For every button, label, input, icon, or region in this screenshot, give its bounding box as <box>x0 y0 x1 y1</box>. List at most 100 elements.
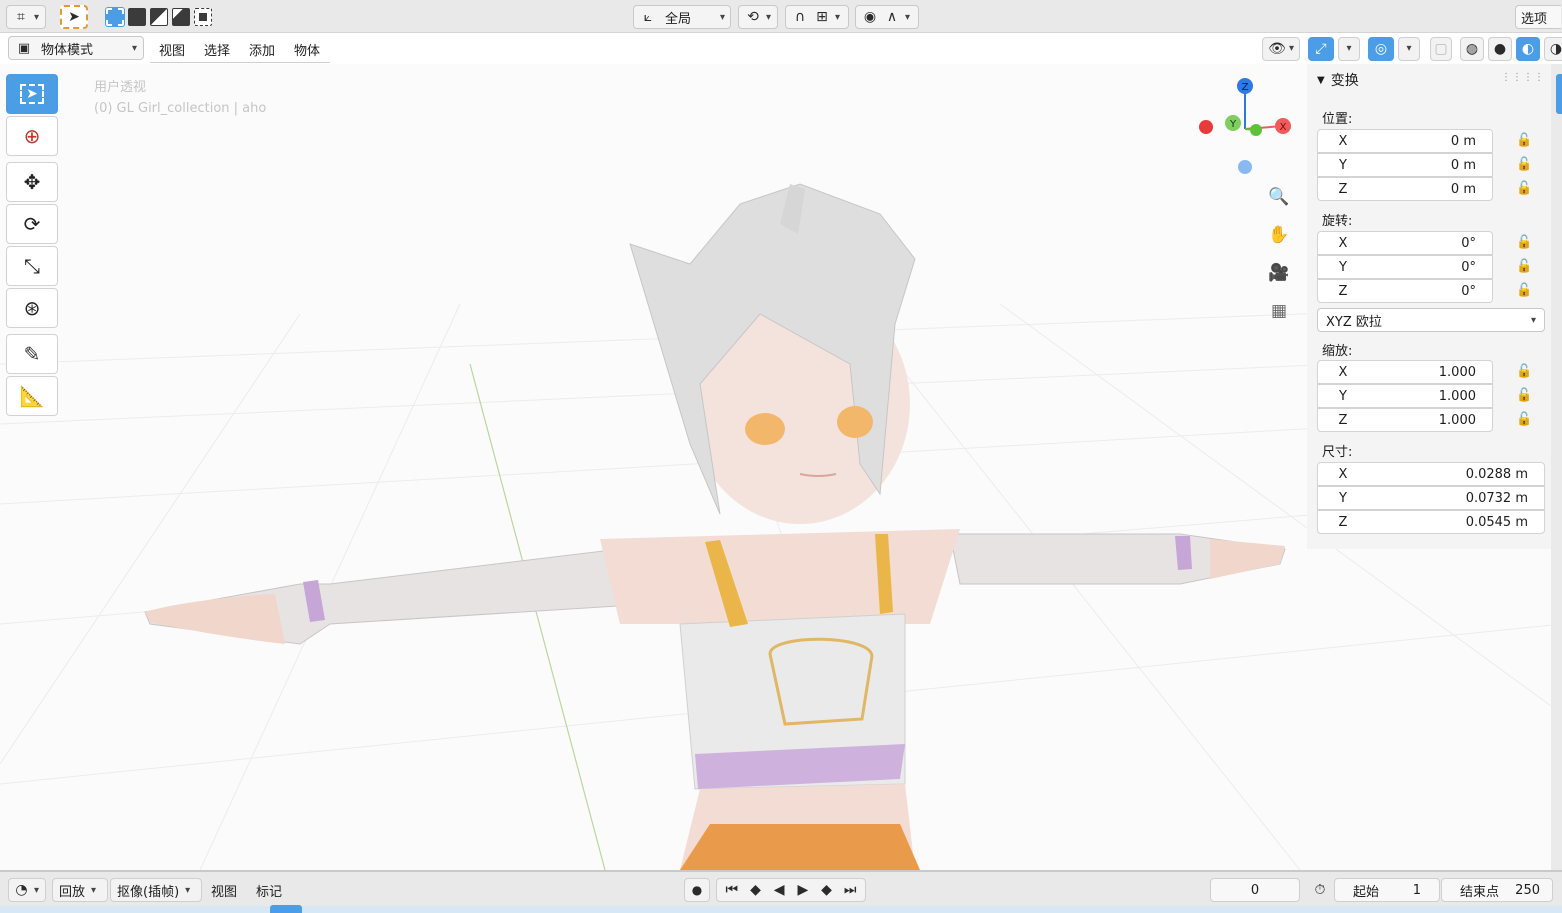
ortho-grid-icon[interactable]: ▦ <box>1266 298 1292 324</box>
playback-dropdown[interactable]: 回放 ▾ <box>52 878 108 902</box>
select-intersect-icon[interactable] <box>194 8 212 26</box>
overlays-toggle[interactable]: ◎ <box>1368 36 1394 61</box>
jump-end-icon[interactable]: ⏭ <box>841 881 859 899</box>
pivot-point-dropdown[interactable]: ⟲ ▾ <box>738 5 778 29</box>
lock-icon[interactable]: 🔓 <box>1516 157 1532 172</box>
clock-icon: ◔ <box>15 882 28 898</box>
lock-icon[interactable]: 🔓 <box>1516 133 1532 148</box>
navigation-gizmo[interactable]: Z X Y <box>1190 74 1300 184</box>
lock-icon[interactable]: 🔓 <box>1516 235 1532 250</box>
overlays-icon: ◎ <box>1374 40 1388 57</box>
transform-orientation-dropdown[interactable]: ⟀ 全局 ▾ <box>633 5 731 29</box>
zoom-icon[interactable]: 🔍 <box>1266 184 1292 210</box>
dimensions-x-field[interactable]: X 0.0288 m <box>1317 462 1545 486</box>
lock-icon[interactable]: 🔓 <box>1516 283 1532 298</box>
y-axis-line <box>469 363 606 870</box>
start-frame-field[interactable]: 起始 1 <box>1334 878 1440 902</box>
playhead[interactable] <box>270 905 302 913</box>
timeline-menu-marker[interactable]: 标记 <box>256 881 282 900</box>
pan-hand-icon[interactable]: ✋ <box>1266 222 1292 248</box>
select-invert-icon[interactable] <box>172 8 190 26</box>
stopwatch-icon[interactable]: ⏱ <box>1311 881 1329 899</box>
camera-icon[interactable]: 🎥 <box>1266 260 1292 286</box>
shading-rendered[interactable]: ◑ <box>1544 36 1562 61</box>
rotation-mode-dropdown[interactable]: XYZ 欧拉 ▾ <box>1317 308 1545 332</box>
rotation-y-field[interactable]: Y 0° <box>1317 255 1493 279</box>
select-extend-icon[interactable] <box>128 8 146 26</box>
select-new-icon[interactable] <box>105 7 125 27</box>
timeline-menu-view[interactable]: 视图 <box>211 881 237 900</box>
axis-label: Y <box>1339 157 1347 173</box>
shading-solid[interactable]: ● <box>1488 36 1512 61</box>
tool-rotate[interactable]: ⟳ <box>6 204 58 244</box>
tool-scale[interactable]: ⤡ <box>6 246 58 286</box>
editor-type-selector[interactable]: ⌗ ▾ <box>6 5 46 29</box>
overlays-dropdown[interactable]: ▾ <box>1398 36 1420 61</box>
tool-measure[interactable]: 📐 <box>6 376 58 416</box>
shading-material[interactable]: ◐ <box>1516 36 1540 61</box>
axis-label: Z <box>1338 283 1348 299</box>
current-frame-field[interactable]: 0 <box>1210 878 1300 902</box>
scale-z-field[interactable]: Z 1.000 <box>1317 408 1493 432</box>
location-x-field[interactable]: X 0 m <box>1317 129 1493 153</box>
lock-icon[interactable]: 🔓 <box>1516 388 1532 403</box>
menu-add[interactable]: 添加 <box>249 40 275 59</box>
measure-ruler-icon: 📐 <box>19 384 45 408</box>
view-name-label: 用户透视 <box>94 80 147 95</box>
panel-header[interactable]: ▼ 变换 <box>1317 70 1359 90</box>
tool-select-box[interactable]: ➤ <box>6 74 58 114</box>
lock-icon[interactable]: 🔓 <box>1516 181 1532 196</box>
dimensions-z-field[interactable]: Z 0.0545 m <box>1317 510 1545 534</box>
menu-view[interactable]: 视图 <box>159 40 185 59</box>
proportional-editing-group[interactable]: ◉ ∧ ▾ <box>855 5 919 29</box>
gizmo-neg-z[interactable] <box>1238 160 1252 174</box>
play-reverse-icon[interactable]: ◀ <box>770 881 788 899</box>
tool-cursor[interactable]: ⊕ <box>6 116 58 156</box>
mode-dropdown[interactable]: ▣ 物体模式 ▾ <box>8 36 144 60</box>
select-tool-button[interactable]: ➤ <box>60 5 88 29</box>
proportional-edit-icon: ◉ <box>863 9 877 25</box>
character-model <box>144 183 1286 870</box>
xray-toggle[interactable]: ▢ <box>1430 36 1452 61</box>
gizmo-toggle[interactable]: ⤢ <box>1308 36 1334 61</box>
prev-keyframe-icon[interactable]: ◆ <box>747 881 765 899</box>
visibility-dropdown[interactable]: 👁 ▾ <box>1262 36 1300 61</box>
axis-label: Z <box>1338 412 1348 428</box>
item-tab[interactable] <box>1556 74 1562 114</box>
play-icon[interactable]: ▶ <box>794 881 812 899</box>
menu-object[interactable]: 物体 <box>294 40 320 59</box>
sidebar-tabs[interactable] <box>1551 64 1562 870</box>
lock-icon[interactable]: 🔓 <box>1516 412 1532 427</box>
rendered-sphere-icon: ◑ <box>1549 40 1562 57</box>
lock-icon[interactable]: 🔓 <box>1516 259 1532 274</box>
lock-icon[interactable]: 🔓 <box>1516 364 1532 379</box>
menu-select[interactable]: 选择 <box>204 40 230 59</box>
next-keyframe-icon[interactable]: ◆ <box>818 881 836 899</box>
tool-move[interactable]: ✥ <box>6 162 58 202</box>
axis-label: Z <box>1338 514 1348 530</box>
scale-x-field[interactable]: X 1.000 <box>1317 360 1493 384</box>
select-subtract-icon[interactable] <box>150 8 168 26</box>
gizmo-dropdown[interactable]: ▾ <box>1338 36 1360 61</box>
timeline-scrubber[interactable] <box>0 906 1562 913</box>
gizmo-neg-y[interactable] <box>1250 124 1262 136</box>
rotation-x-field[interactable]: X 0° <box>1317 231 1493 255</box>
timeline-editor-type[interactable]: ◔ ▾ <box>8 878 46 902</box>
end-frame-field[interactable]: 结束点 250 <box>1441 878 1553 902</box>
dimensions-y-field[interactable]: Y 0.0732 m <box>1317 486 1545 510</box>
location-z-field[interactable]: Z 0 m <box>1317 177 1493 201</box>
record-button[interactable]: ● <box>684 878 710 902</box>
shading-wireframe[interactable]: ◍ <box>1460 36 1484 61</box>
keying-dropdown[interactable]: 抠像(插帧) ▾ <box>110 878 202 902</box>
tool-annotate[interactable]: ✎ <box>6 334 58 374</box>
gizmo-neg-x[interactable] <box>1199 120 1213 134</box>
rotation-z-field[interactable]: Z 0° <box>1317 279 1493 303</box>
scale-y-field[interactable]: Y 1.000 <box>1317 384 1493 408</box>
options-button[interactable]: 选项 <box>1515 5 1561 29</box>
start-label: 起始 <box>1353 884 1380 900</box>
snapping-group[interactable]: ∩ ⊞ ▾ <box>785 5 849 29</box>
drag-handle-icon[interactable]: ⋮⋮⋮⋮ <box>1501 72 1545 83</box>
tool-transform[interactable]: ⊛ <box>6 288 58 328</box>
location-y-field[interactable]: Y 0 m <box>1317 153 1493 177</box>
jump-start-icon[interactable]: ⏮ <box>723 881 741 899</box>
